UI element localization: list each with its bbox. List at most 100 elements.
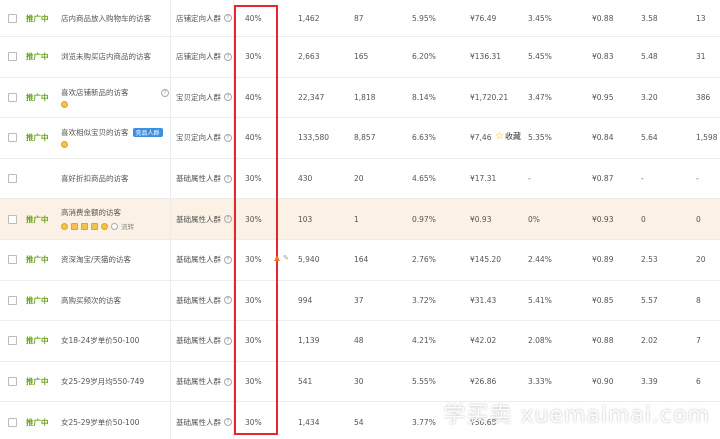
row-checkbox[interactable] — [8, 255, 17, 265]
crowd-name: 女18-24岁单价50-100 — [61, 321, 171, 361]
premium-ratio[interactable]: 30% — [245, 362, 275, 402]
clicks: 87 — [354, 13, 364, 23]
crowd-name-stack: 喜欢店铺新品的访客 — [61, 87, 129, 108]
row-checkbox[interactable] — [8, 133, 17, 143]
crowd-type: 基础属性人群? — [176, 361, 234, 402]
conversion-rate: 2.08% — [528, 336, 552, 346]
premium-ratio[interactable]: 30% — [245, 159, 275, 199]
status-label: 推广中 — [26, 377, 49, 387]
premium-ratio[interactable]: 40% — [245, 78, 275, 118]
crowd-name: 资深淘宝/天猫的访客 — [61, 239, 171, 280]
help-icon[interactable]: ? — [161, 88, 169, 97]
crowd-name-icons: 流转 — [61, 221, 134, 231]
help-icon[interactable]: ? — [224, 174, 232, 183]
favorites: - — [696, 174, 699, 184]
row-checkbox[interactable] — [8, 52, 17, 62]
coin-icon — [101, 222, 108, 230]
row-checkbox[interactable] — [8, 214, 17, 224]
impressions: 994 — [298, 295, 313, 305]
favorite-popup[interactable]: ☆ 收藏 — [495, 131, 521, 142]
premium-ratio[interactable]: 40% — [245, 0, 275, 36]
table-row: 推广中 资深淘宝/天猫的访客 基础属性人群? 30% 5,940 164 2.7… — [0, 239, 720, 281]
crowd-type: 基础属性人群? — [176, 402, 234, 439]
table-row: 推广中 浏览未购买店内商品的访客 店铺定向人群? 30% 2,663 165 6… — [0, 37, 720, 78]
crowd-name: 喜欢相似宝贝的访客 竞品人群 — [61, 118, 171, 158]
roi: - — [641, 174, 644, 184]
premium-ratio[interactable]: 30% — [245, 281, 275, 321]
impressions: 2,663 — [298, 52, 320, 62]
ppc: ¥0.93 — [592, 214, 614, 224]
conversion-rate: 0% — [528, 214, 540, 224]
ctr: 4.21% — [412, 336, 436, 346]
table-row: 推广中 高消费金额的访客 流转 基础属性人群? 30% 103 1 0.97% … — [0, 199, 720, 240]
conversion-rate: 5.41% — [528, 295, 552, 305]
help-icon[interactable]: ? — [224, 296, 232, 305]
ppc: ¥0.88 — [592, 336, 614, 346]
crowd-name-text: 喜好折扣商品的访客 — [61, 174, 129, 184]
clicks: 37 — [354, 295, 364, 305]
crowd-name-text: 高购买频次的访客 — [61, 295, 121, 305]
premium-ratio[interactable]: 30% — [245, 37, 275, 77]
coin-icon — [61, 100, 68, 108]
ppc: ¥0.88 — [592, 13, 614, 23]
clicks: 54 — [354, 417, 364, 427]
row-checkbox[interactable] — [8, 295, 17, 305]
crowd-name-stack: 高消费金额的访客 流转 — [61, 207, 134, 231]
crowd-name-text: 喜欢相似宝贝的访客 — [61, 128, 129, 138]
crowd-type: 店铺定向人群? — [176, 37, 234, 77]
ppc: ¥0.84 — [592, 133, 614, 143]
transfer-label[interactable]: 流转 — [121, 221, 134, 231]
impressions: 430 — [298, 174, 313, 184]
crowd-name: 女25-29岁月均550-749 — [61, 361, 171, 402]
row-checkbox[interactable] — [8, 92, 17, 102]
row-checkbox[interactable] — [8, 377, 17, 387]
help-icon[interactable]: ? — [224, 336, 232, 345]
row-checkbox[interactable] — [8, 417, 17, 427]
favorites: 31 — [696, 52, 706, 62]
star-icon: ☆ — [495, 131, 504, 142]
crowd-name-text: 女25-29岁单价50-100 — [61, 417, 140, 427]
premium-ratio[interactable]: 30% — [245, 402, 275, 439]
help-icon[interactable]: ? — [224, 418, 232, 427]
table-row: 喜好折扣商品的访客 基础属性人群? 30% 430 20 4.65% ¥17.3… — [0, 158, 720, 200]
premium-ratio[interactable]: 40% — [245, 118, 275, 158]
crowd-type-text: 基础属性人群 — [176, 255, 221, 265]
premium-ratio[interactable]: 30% — [245, 199, 275, 239]
row-checkbox[interactable] — [8, 336, 17, 346]
crowd-type: 店铺定向人群? — [176, 0, 234, 36]
status-label: 推广中 — [26, 336, 49, 346]
conversion-rate: - — [528, 174, 531, 184]
help-icon[interactable]: ? — [224, 215, 232, 224]
ppc: ¥0.95 — [592, 92, 614, 102]
premium-ratio[interactable]: 30% — [245, 240, 275, 280]
table-row: 推广中 喜欢店铺新品的访客 ? 宝贝定向人群? 40% 22,347 1,818… — [0, 77, 720, 119]
clicks: 48 — [354, 336, 364, 346]
competitor-tag: 竞品人群 — [132, 128, 163, 138]
crowd-name-stack: 喜欢相似宝贝的访客 竞品人群 — [61, 127, 163, 149]
help-icon[interactable]: ? — [224, 93, 232, 102]
crowd-name: 高消费金额的访客 流转 — [61, 199, 171, 239]
help-icon[interactable]: ? — [224, 255, 232, 264]
status-label: 推广中 — [26, 133, 49, 143]
help-icon[interactable]: ? — [224, 133, 232, 142]
cost: ¥7,46 — [470, 133, 492, 143]
help-icon[interactable]: ? — [224, 52, 232, 61]
help-icon[interactable]: ? — [224, 14, 232, 22]
roi: 5.57 — [641, 295, 658, 305]
favorites: 1,598 — [696, 133, 718, 143]
coupon-icon — [71, 222, 78, 230]
row-checkbox[interactable] — [8, 13, 17, 23]
help-icon[interactable]: ? — [224, 377, 232, 386]
impressions: 1,139 — [298, 336, 320, 346]
table-row: 推广中 女18-24岁单价50-100 基础属性人群? 30% 1,139 48… — [0, 321, 720, 362]
edit-icon[interactable]: ✎ — [283, 254, 290, 262]
roi: 2.02 — [641, 336, 658, 346]
row-checkbox[interactable] — [8, 174, 17, 184]
favorites: 6 — [696, 377, 701, 387]
arrow-up-icon — [274, 255, 280, 261]
conversion-rate: 3.45% — [528, 13, 552, 23]
impressions: 541 — [298, 377, 313, 387]
coin-icon — [61, 141, 68, 149]
premium-ratio[interactable]: 30% — [245, 321, 275, 361]
transfer-icon[interactable] — [111, 222, 118, 230]
